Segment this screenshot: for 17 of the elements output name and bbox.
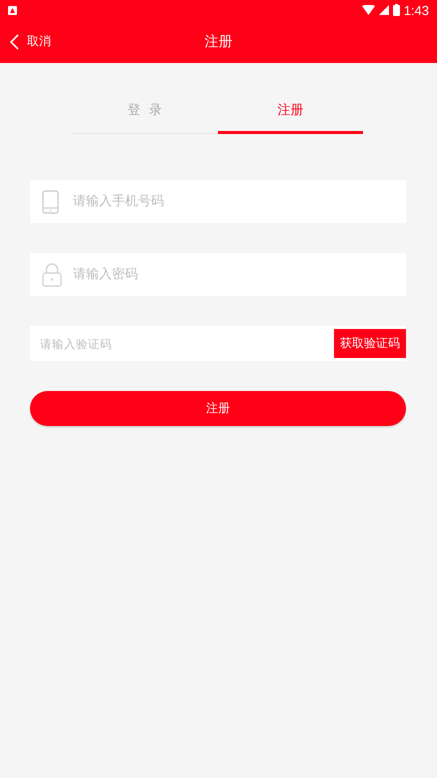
tab[interactable]: 注册 (218, 90, 363, 134)
notification-icon (8, 6, 17, 14)
phone-icon (42, 190, 59, 214)
battery-icon (392, 4, 400, 16)
input-field[interactable]: 请输入手机号码 (30, 180, 406, 223)
input-field[interactable]: 请输入验证码 (30, 326, 334, 361)
get-code-button[interactable]: 获取验证码 (334, 326, 406, 361)
tab[interactable]: 登 录 (72, 90, 218, 134)
signal-icon (378, 5, 389, 15)
wifi-icon (362, 5, 375, 15)
back-icon (10, 34, 19, 50)
status-time: 1:43 (404, 2, 429, 18)
lock-icon (42, 262, 62, 286)
page-title: 注册 (204, 32, 232, 50)
register-button[interactable]: 注册 (30, 391, 406, 426)
cancel-button[interactable]: 取消 (10, 33, 51, 50)
input-field[interactable]: 请输入密码 (30, 253, 406, 296)
